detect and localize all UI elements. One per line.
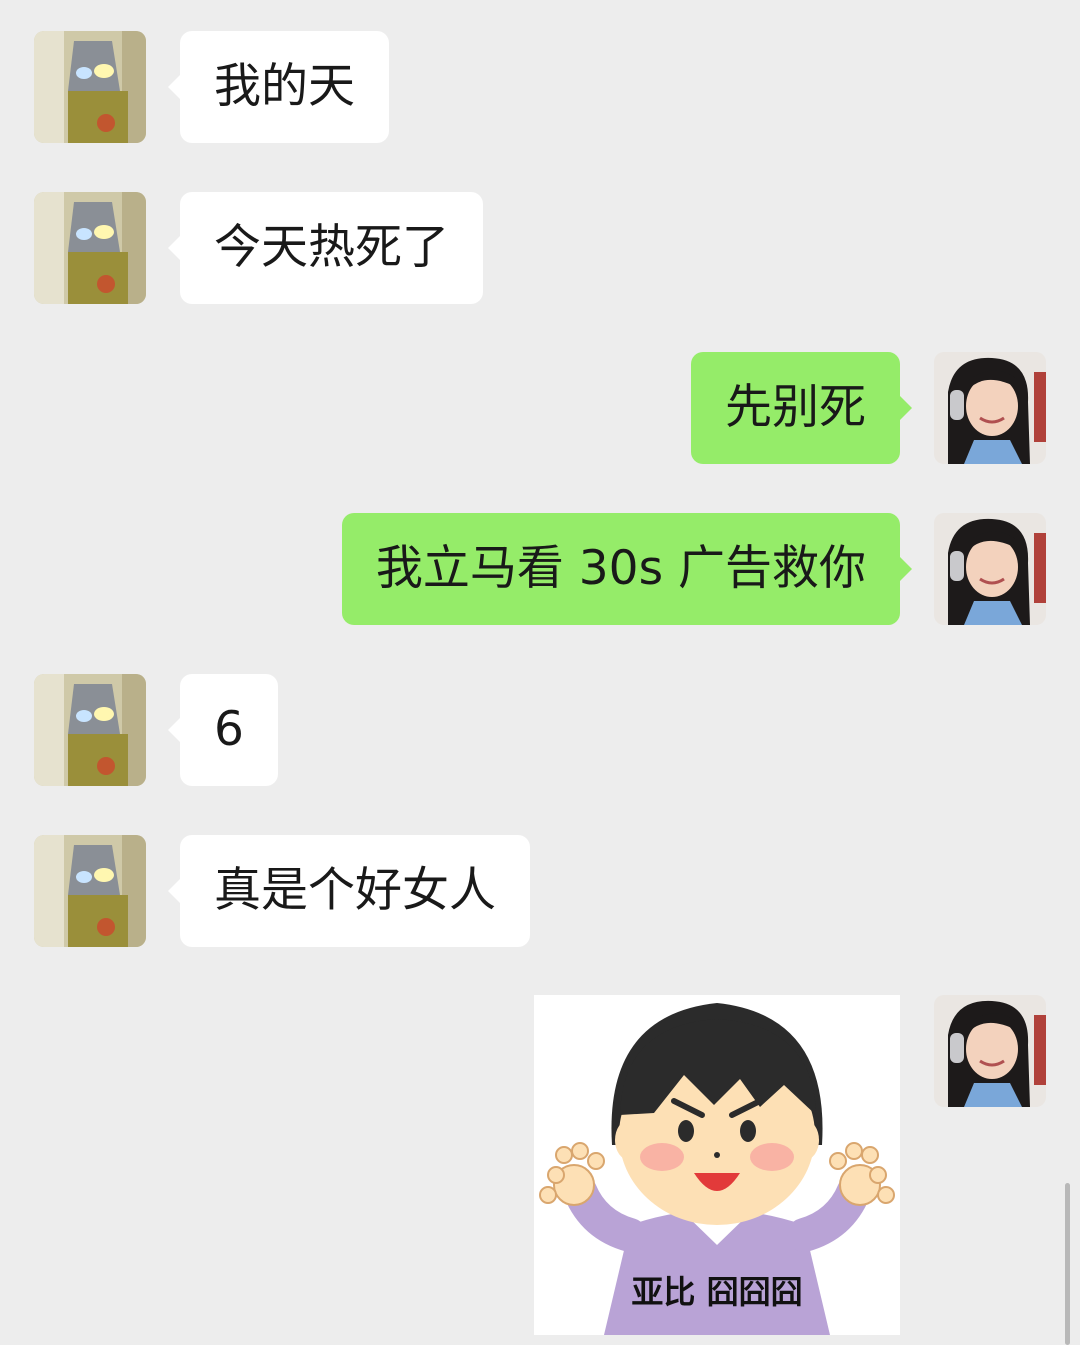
scrollbar[interactable] [1065,1183,1070,1345]
message-bubble-incoming[interactable]: 6 [168,674,278,786]
message-bubble-outgoing[interactable]: 先别死 [691,352,912,464]
self-avatar[interactable] [934,513,1046,625]
self-avatar[interactable] [934,995,1046,1107]
self-avatar[interactable] [934,352,1046,464]
contact-avatar[interactable] [34,31,146,143]
contact-avatar[interactable] [34,835,146,947]
contact-avatar[interactable] [34,674,146,786]
message-bubble-incoming[interactable]: 真是个好女人 [168,835,530,947]
sticker-caption: 亚比 囧囧囧 [631,1273,803,1311]
contact-avatar[interactable] [34,192,146,304]
message-bubble-incoming[interactable]: 今天热死了 [168,192,483,304]
message-bubble-incoming[interactable]: 我的天 [168,31,389,143]
message-bubble-outgoing[interactable]: 我立马看 30s 广告救你 [341,513,913,625]
sticker-image[interactable]: 亚比 囧囧囧 [534,995,900,1335]
